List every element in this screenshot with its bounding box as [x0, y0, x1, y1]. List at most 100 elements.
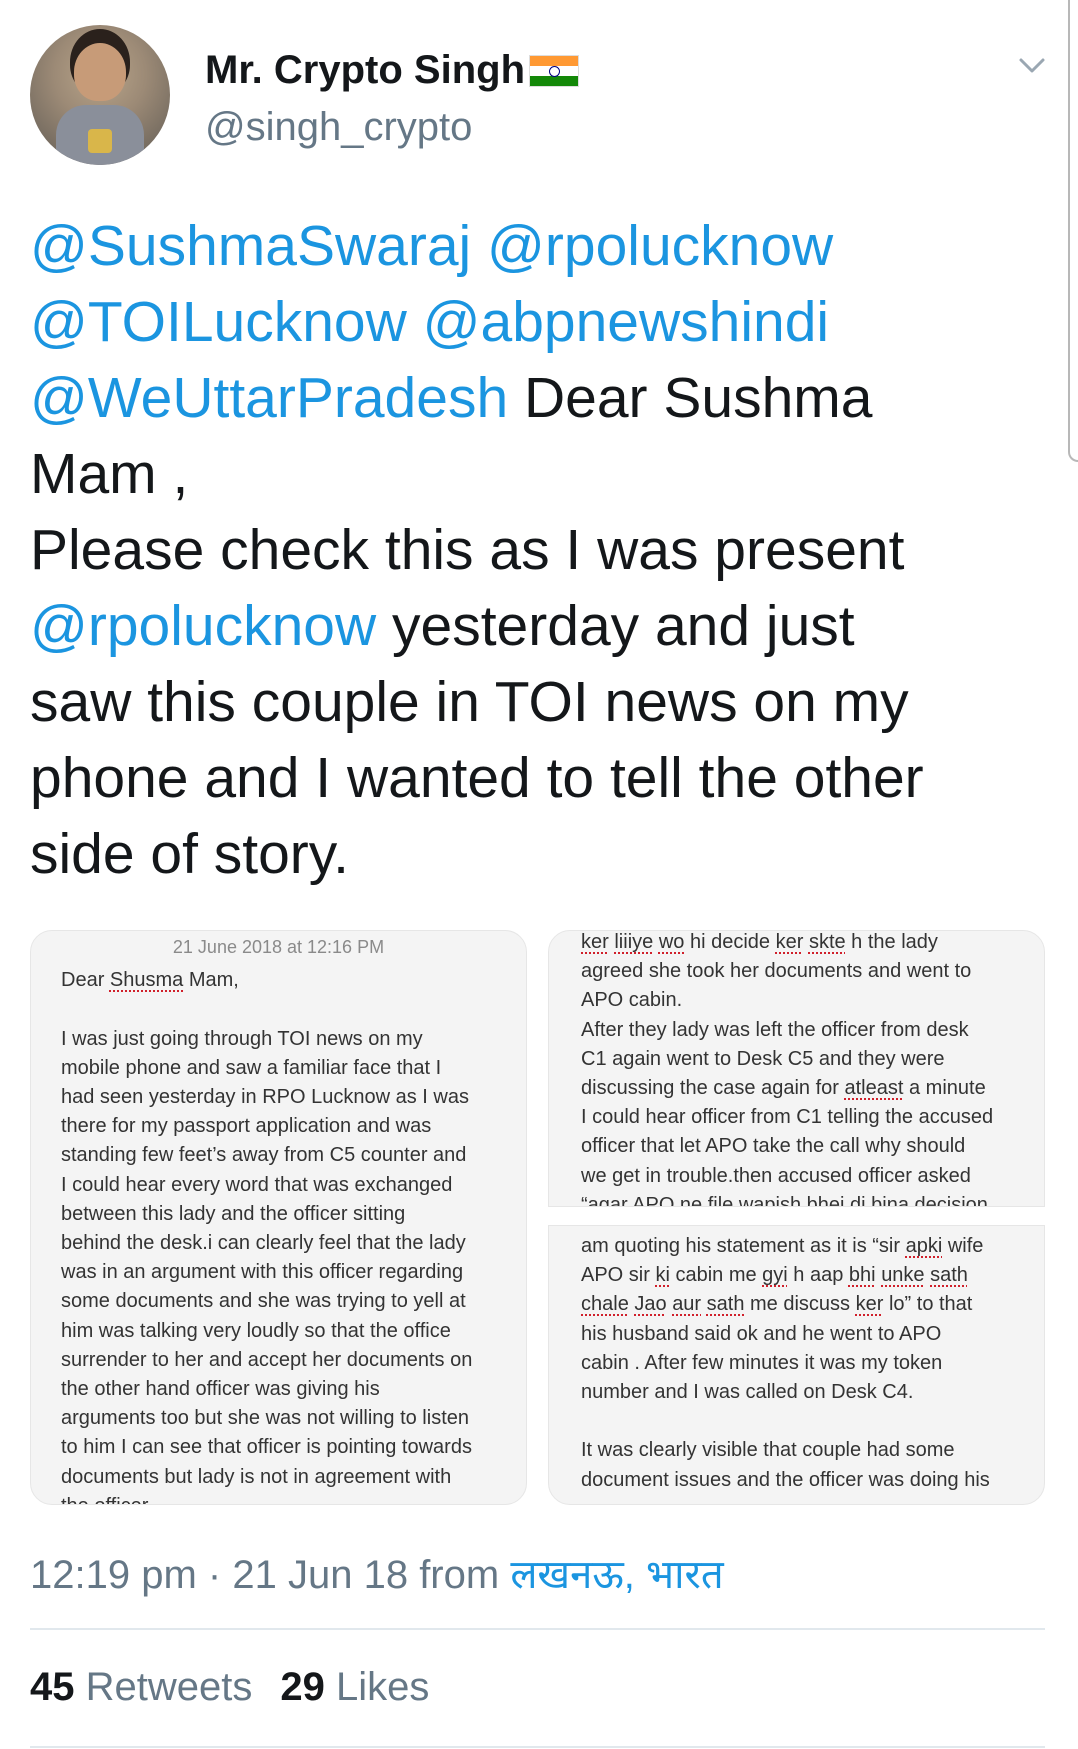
tweet-text-line: phone and I wanted to tell the other	[30, 740, 1040, 816]
note-line	[61, 995, 498, 1024]
misspelled-word: ker	[581, 931, 609, 953]
author-handle[interactable]: @singh_crypto	[205, 105, 472, 150]
misspelled-word: sath	[930, 1264, 968, 1287]
tweet-text-line: Please check this as I was present	[30, 512, 1040, 588]
tweet-text-segment: Please check this as I was present	[30, 518, 905, 582]
misspelled-word: aur	[672, 1293, 702, 1316]
note-line: After they lady was left the officer fro…	[581, 1018, 969, 1041]
misspelled-word: apki	[905, 1235, 943, 1257]
mention-link[interactable]: @SushmaSwaraj	[30, 214, 471, 278]
note-line: document issues and the officer was doin…	[581, 1468, 990, 1491]
tweet-text-segment	[407, 290, 423, 354]
misspelled-word: ker	[855, 1293, 884, 1316]
from-label: from	[419, 1553, 500, 1597]
misspelled-word: ki	[655, 1264, 670, 1287]
tweet-timestamp[interactable]: 12:19 pm · 21 Jun 18 from लखनऊ, भारत	[30, 1545, 724, 1600]
note-line	[581, 1407, 1016, 1436]
misspelled-word: atleast	[844, 1077, 904, 1100]
meta-separator: ·	[207, 1553, 222, 1597]
tweet-text-line: @rpolucknow yesterday and just	[30, 588, 1040, 664]
retweets-stat[interactable]: 45 Retweets	[30, 1665, 252, 1709]
note-line: cabin . After few minutes it was my toke…	[581, 1351, 943, 1374]
note-line: had seen yesterday in RPO Lucknow as I w…	[61, 1086, 469, 1109]
likes-count: 29	[280, 1665, 325, 1709]
note-line: I could hear officer from C1 telling the…	[581, 1106, 994, 1129]
mention-link[interactable]: @TOILucknow	[30, 290, 407, 354]
mention-link[interactable]: @rpolucknow	[30, 594, 376, 658]
likes-stat[interactable]: 29 Likes	[280, 1665, 429, 1709]
note-line: “agar APO ne file wapish bhej di bina de…	[581, 1193, 988, 1206]
tweet-text-line: saw this couple in TOI news on my	[30, 664, 1040, 740]
tweet-text-segment	[471, 214, 487, 278]
note-screenshot-right-top[interactable]: ker liiiye wo hi decide ker skte h the l…	[548, 930, 1045, 1207]
note-line: there for my passport application and wa…	[61, 1115, 432, 1138]
chevron-down-icon[interactable]	[1017, 50, 1047, 80]
note-line: his husband said ok and he went to APO	[581, 1322, 942, 1345]
note-body: am quoting his statement as it is “sir a…	[549, 1232, 1044, 1495]
tweet-text-segment: yesterday and just	[376, 594, 855, 658]
note-line: surrender to her and accept her document…	[61, 1348, 473, 1371]
misspelled-word: bhi	[848, 1264, 876, 1287]
likes-label: Likes	[336, 1665, 430, 1709]
misspelled-word: ker	[775, 931, 804, 953]
note-line: agreed she took her documents and went t…	[581, 960, 972, 983]
tweet-text-segment: Mam ,	[30, 442, 189, 506]
note-line: arguments too but she was not willing to…	[61, 1407, 469, 1430]
note-line: I was just going through TOI news on my	[61, 1027, 423, 1050]
india-flag-icon	[529, 54, 579, 87]
tweet-text: @SushmaSwaraj @rpolucknow @TOILucknow @ab…	[30, 208, 1040, 892]
author-name[interactable]: Mr. Crypto Singh	[205, 48, 579, 93]
misspelled-word: Jao	[634, 1293, 667, 1316]
note-line: some documents and she was trying to yel…	[61, 1290, 466, 1313]
tweet-location-link[interactable]: लखनऊ, भारत	[510, 1553, 723, 1597]
note-body: ker liiiye wo hi decide ker skte h the l…	[549, 931, 1044, 1206]
mention-link[interactable]: @abpnewshindi	[423, 290, 829, 354]
misspelled-word: sath	[706, 1293, 745, 1316]
misspelled-word: unke	[881, 1264, 925, 1287]
note-line: ker liiiye wo hi decide ker skte h the l…	[581, 931, 938, 953]
note-line: the officer	[61, 1492, 498, 1504]
note-cut-line: the officer	[61, 1492, 498, 1504]
misspelled-word: liiiye	[614, 931, 654, 953]
note-line: It was clearly visible that couple had s…	[581, 1439, 955, 1462]
note-line: him was talking very loudly so that the …	[61, 1319, 451, 1342]
retweets-count: 45	[30, 1665, 75, 1709]
note-line: we get in trouble.then accused officer a…	[581, 1164, 971, 1187]
note-line: mobile phone and saw a familiar face tha…	[61, 1056, 442, 1079]
note-line: Dear Shusma Mam,	[61, 969, 239, 992]
tweet-date: 21 Jun 18	[232, 1553, 409, 1597]
misspelled-word: chale	[581, 1293, 629, 1316]
note-screenshot-right-bottom[interactable]: am quoting his statement as it is “sir a…	[548, 1225, 1045, 1505]
mention-link[interactable]: @rpolucknow	[487, 214, 833, 278]
note-line: APO cabin.	[581, 989, 683, 1012]
misspelled-word: Shusma	[109, 969, 184, 992]
tweet-text-segment: side of story.	[30, 822, 349, 886]
scrollbar-edge	[1068, 0, 1078, 462]
note-line: am quoting his statement as it is “sir a…	[581, 1235, 984, 1257]
note-line: APO sir ki cabin me gyi h aap bhi unke s…	[581, 1264, 968, 1287]
note-cut-line: “agar APO ne file wapish bhej di bina de…	[581, 1191, 1016, 1206]
note-date: 21 June 2018 at 12:16 PM	[172, 937, 385, 957]
engagement-stats: 45 Retweets 29 Likes	[30, 1665, 429, 1710]
divider	[30, 1628, 1045, 1630]
avatar[interactable]	[30, 25, 170, 165]
note-line: officer that let APO take the call why s…	[581, 1135, 966, 1158]
tweet-text-segment: saw this couple in TOI news on my	[30, 670, 909, 734]
tweet-text-line: @SushmaSwaraj @rpolucknow	[30, 208, 1040, 284]
tweet-text-line: @WeUttarPradesh Dear Sushma	[30, 360, 1040, 436]
note-line: to him I can see that officer is pointin…	[61, 1436, 472, 1459]
note-line: was in an argument with this officer reg…	[61, 1261, 464, 1284]
retweets-label: Retweets	[85, 1665, 253, 1709]
tweet-text-line: Mam ,	[30, 436, 1040, 512]
note-line: the other hand officer was giving his	[61, 1378, 380, 1401]
note-screenshot-left[interactable]: 21 June 2018 at 12:16 PM Dear Shusma Mam…	[30, 930, 527, 1505]
tweet-text-line: @TOILucknow @abpnewshindi	[30, 284, 1040, 360]
attached-images[interactable]: 21 June 2018 at 12:16 PM Dear Shusma Mam…	[30, 930, 1045, 1505]
note-line: I could hear every word that was exchang…	[61, 1173, 453, 1196]
tweet-text-line: side of story.	[30, 816, 1040, 892]
avatar-head	[74, 43, 126, 101]
tweet-time: 12:19 pm	[30, 1553, 197, 1597]
note-line: C1 again went to Desk C5 and they were	[581, 1047, 945, 1070]
note-line: number and I was called on Desk C4.	[581, 1381, 914, 1404]
mention-link[interactable]: @WeUttarPradesh	[30, 366, 508, 430]
